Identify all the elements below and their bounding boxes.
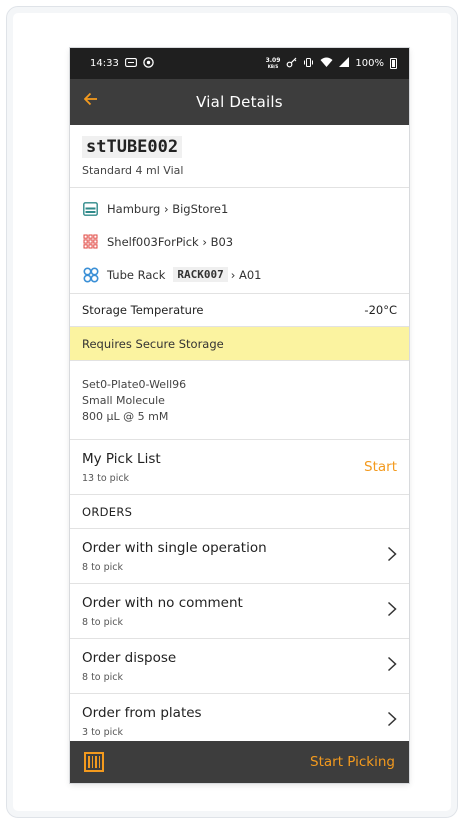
order-info: Order dispose 8 to pick — [82, 650, 176, 683]
chevron-right-icon[interactable] — [387, 545, 397, 567]
vial-type: Standard 4 ml Vial — [82, 163, 184, 177]
order-count: 8 to pick — [82, 561, 124, 573]
order-name: Order dispose — [82, 649, 177, 666]
barcode-scan-icon[interactable] — [84, 752, 104, 772]
tube-rack-icon — [82, 266, 99, 283]
vial-id: stTUBE002 — [82, 135, 183, 158]
order-count: 8 to pick — [82, 671, 124, 683]
location-store-text: Hamburg › BigStore1 — [107, 201, 229, 216]
storage-box-icon — [82, 200, 99, 217]
bottom-bar: Start Picking — [70, 741, 409, 783]
start-picking-button[interactable]: Start Picking — [310, 754, 395, 770]
location-rack-position: › A01 — [230, 267, 262, 282]
vibrate-icon — [303, 57, 314, 71]
location-rack-label: Tube Rack — [107, 267, 166, 282]
phone-screen: 14:33 3.09 KB/S 100% Vial Details stTUBE… — [70, 48, 409, 783]
pick-list-row[interactable]: My Pick List 13 to pick Start — [70, 440, 409, 495]
orders-header: ORDERS — [70, 495, 409, 529]
shelf-grid-icon — [82, 233, 99, 250]
order-item-dispose[interactable]: Order dispose 8 to pick — [70, 639, 409, 694]
pick-list-count: 13 to pick — [82, 472, 130, 484]
wifi-icon — [320, 57, 333, 70]
secure-storage-text: Requires Secure Storage — [82, 336, 224, 351]
order-info: Order from plates 3 to pick — [82, 705, 202, 738]
order-name: Order with no comment — [82, 594, 243, 611]
storage-temperature-row: Storage Temperature -20°C — [70, 294, 409, 327]
order-count: 8 to pick — [82, 616, 124, 628]
location-block: Hamburg › BigStore1 Shelf003ForPick › B0… — [70, 188, 409, 294]
start-button[interactable]: Start — [364, 459, 397, 475]
arrow-left-icon[interactable] — [83, 91, 98, 111]
app-bar: Vial Details — [70, 79, 409, 125]
storage-temperature-label: Storage Temperature — [82, 303, 204, 317]
order-count: 3 to pick — [82, 726, 124, 738]
net-speed-unit: KB/S — [267, 63, 279, 69]
orders-header-text: ORDERS — [82, 504, 133, 519]
compound-details: Set0-Plate0-Well96 Small Molecule 800 µL… — [70, 361, 409, 440]
secure-storage-notice: Requires Secure Storage — [70, 327, 409, 361]
vial-header: stTUBE002 Standard 4 ml Vial — [70, 125, 409, 188]
order-info: Order with no comment 8 to pick — [82, 595, 243, 628]
detail-amount: 800 µL @ 5 mM — [82, 409, 169, 423]
order-info: Order with single operation 8 to pick — [82, 540, 267, 573]
net-speed: 3.09 KB/S — [266, 57, 281, 70]
status-left: 14:33 — [90, 56, 154, 71]
status-bar: 14:33 3.09 KB/S 100% — [70, 48, 409, 79]
card-icon — [124, 57, 137, 70]
order-item-single-operation[interactable]: Order with single operation 8 to pick — [70, 529, 409, 584]
chevron-right-icon[interactable] — [387, 600, 397, 622]
detail-well: Set0-Plate0-Well96 — [82, 377, 187, 391]
signal-icon — [339, 57, 350, 70]
location-store[interactable]: Hamburg › BigStore1 — [82, 192, 397, 225]
location-shelf-text: Shelf003ForPick › B03 — [107, 234, 234, 249]
chevron-right-icon[interactable] — [387, 710, 397, 732]
location-rack[interactable]: Tube Rack RACK007 › A01 — [82, 258, 397, 291]
battery-percent: 100% — [355, 58, 384, 69]
at-icon — [143, 56, 154, 71]
status-right: 3.09 KB/S 100% — [266, 57, 397, 71]
order-name: Order from plates — [82, 704, 202, 721]
location-shelf[interactable]: Shelf003ForPick › B03 — [82, 225, 397, 258]
chevron-right-icon[interactable] — [387, 655, 397, 677]
location-rack-code: RACK007 — [173, 267, 228, 282]
status-time: 14:33 — [90, 58, 119, 69]
order-name: Order with single operation — [82, 539, 267, 556]
pick-list-info: My Pick List 13 to pick — [82, 451, 161, 484]
pick-list-name: My Pick List — [82, 450, 161, 467]
page-title: Vial Details — [196, 93, 283, 111]
key-icon — [286, 57, 297, 71]
battery-icon — [390, 58, 397, 69]
detail-class: Small Molecule — [82, 393, 165, 407]
storage-temperature-value: -20°C — [364, 303, 397, 317]
order-item-no-comment[interactable]: Order with no comment 8 to pick — [70, 584, 409, 639]
